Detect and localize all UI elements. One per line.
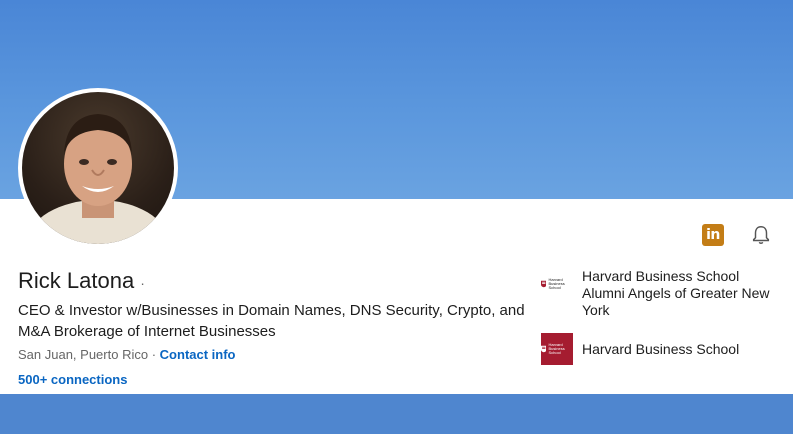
- org-name: Harvard Business School Alumni Angels of…: [582, 268, 770, 318]
- profile-photo[interactable]: [18, 88, 178, 248]
- organizations-list: Harvard Business School Harvard Business…: [541, 268, 781, 379]
- bell-icon[interactable]: [750, 224, 772, 246]
- name-degree-dot: ·: [140, 275, 145, 291]
- hbs-logo: Harvard Business School: [541, 268, 573, 300]
- profile-headline: CEO & Investor w/Businesses in Domain Na…: [18, 302, 525, 340]
- org-item-hbs[interactable]: Harvard Business School Harvard Business…: [541, 333, 781, 365]
- org-name: Harvard Business School: [582, 340, 740, 357]
- profile-location: San Juan, Puerto Rico: [18, 347, 149, 362]
- profile-name: Rick Latona: [18, 268, 135, 293]
- location-row: San Juan, Puerto Rico · Contact info: [18, 347, 236, 362]
- hbs-logo-text: Harvard Business School: [548, 277, 565, 290]
- person-portrait-icon: [28, 114, 168, 244]
- contact-info-link[interactable]: Contact info: [160, 347, 236, 362]
- name-row: Rick Latona ·: [18, 268, 145, 294]
- connections-link[interactable]: 500+ connections: [18, 372, 127, 387]
- avatar-image: [22, 92, 174, 244]
- hbs-logo-text: Harvard Business School: [548, 342, 565, 355]
- background-band: [0, 394, 793, 434]
- separator-dot: ·: [151, 347, 157, 362]
- shield-icon: [541, 280, 547, 288]
- linkedin-icon[interactable]: in: [702, 224, 724, 246]
- shield-icon: [541, 345, 547, 353]
- profile-actions: in: [702, 224, 772, 246]
- hbs-logo: Harvard Business School: [541, 333, 573, 365]
- org-item-hbs-alumni-angels[interactable]: Harvard Business School Harvard Business…: [541, 268, 781, 319]
